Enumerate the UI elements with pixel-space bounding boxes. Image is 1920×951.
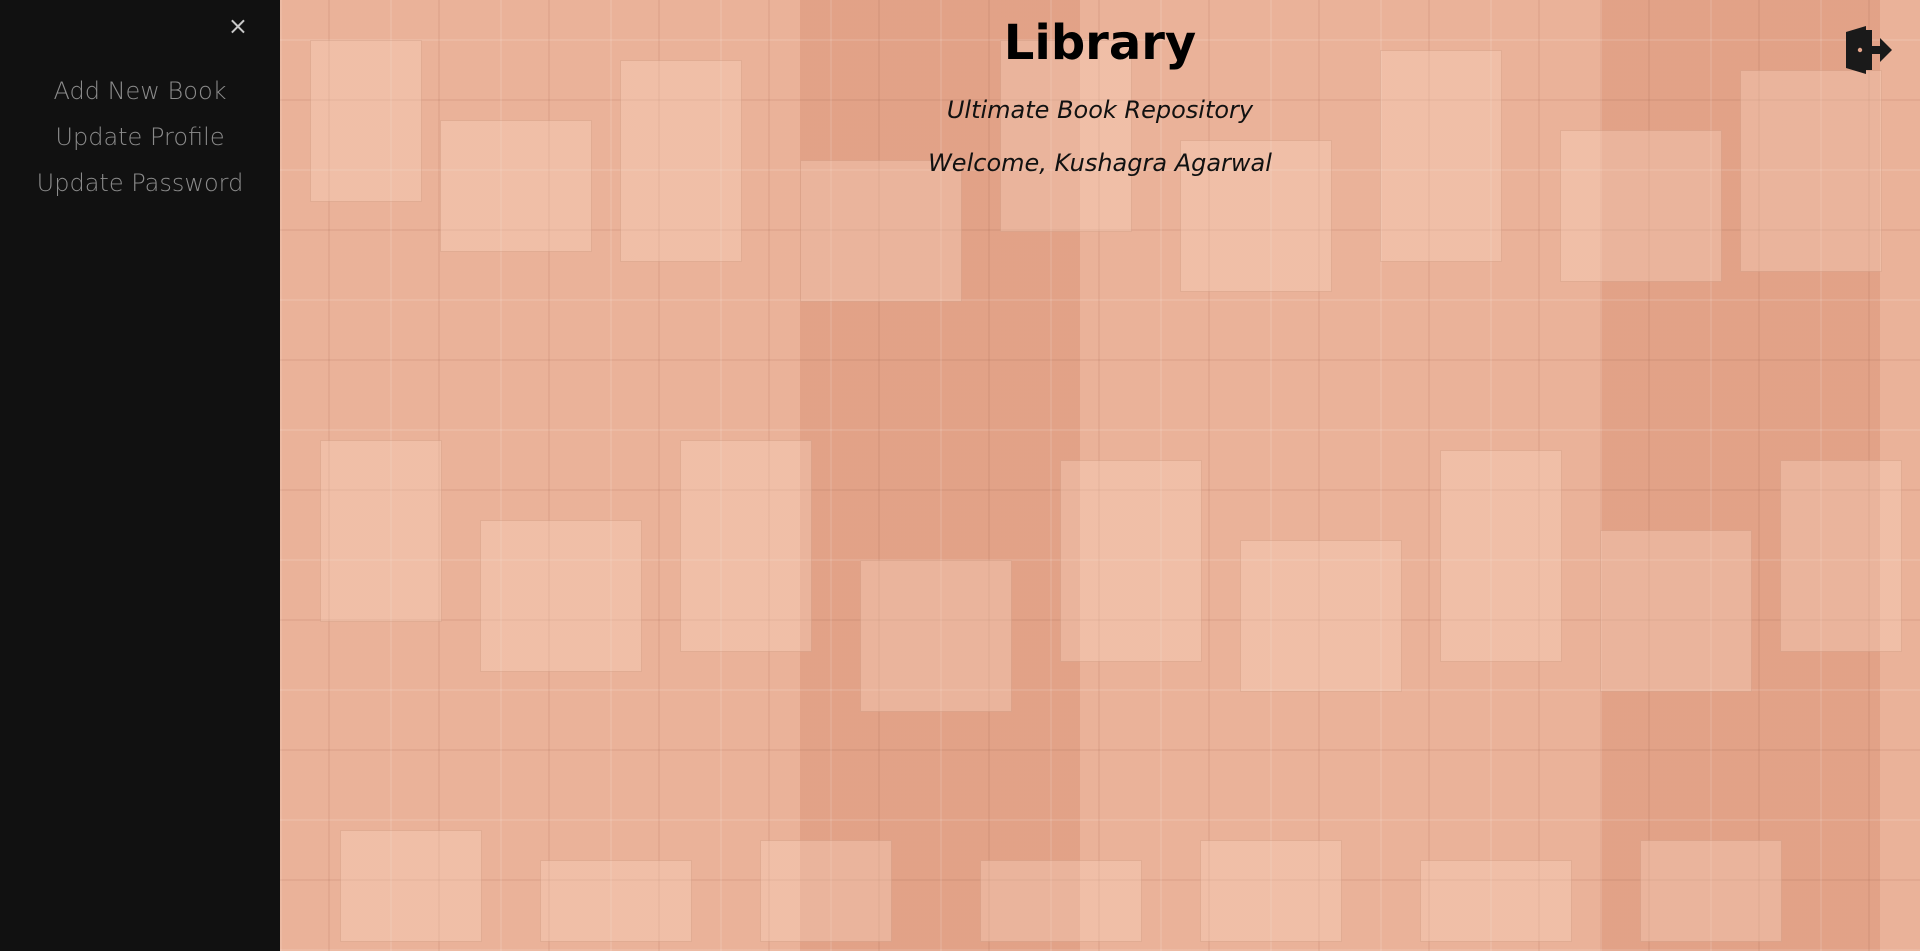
background-book-page [340, 830, 482, 942]
background-book-page [480, 520, 642, 672]
background-book-page [680, 440, 812, 652]
app-root: × Add New Book Update Profile Update Pas… [0, 0, 1920, 951]
background-book-page [980, 860, 1142, 942]
background-book-page [760, 840, 892, 942]
close-icon[interactable]: × [228, 14, 248, 38]
page-header: Library Ultimate Book Repository Welcome… [280, 0, 1920, 178]
sidebar: × Add New Book Update Profile Update Pas… [0, 0, 280, 951]
background-book-page [800, 160, 962, 302]
sidebar-item-update-profile[interactable]: Update Profile [55, 114, 224, 160]
logout-icon [1846, 26, 1892, 74]
background-book-page [1240, 540, 1402, 692]
background-book-page [1420, 860, 1572, 942]
background-book-page [1600, 530, 1752, 692]
background-book-page [1640, 840, 1782, 942]
sidebar-item-add-new-book[interactable]: Add New Book [53, 68, 226, 114]
background-book-page [860, 560, 1012, 712]
logout-button[interactable] [1840, 24, 1892, 76]
background-book-page [1200, 840, 1342, 942]
background-book-page [1060, 460, 1202, 662]
sidebar-nav: Add New Book Update Profile Update Passw… [0, 68, 280, 206]
background-book-page [540, 860, 692, 942]
background-book-page [320, 440, 442, 622]
background-book-page [1780, 460, 1902, 652]
page-subtitle: Ultimate Book Repository [946, 96, 1254, 124]
background-book-page [1440, 450, 1562, 662]
page-title: Library [1003, 15, 1197, 71]
sidebar-item-update-password[interactable]: Update Password [37, 160, 244, 206]
main-content: Library Ultimate Book Repository Welcome… [280, 0, 1920, 951]
welcome-message: Welcome, Kushagra Agarwal [928, 149, 1272, 177]
